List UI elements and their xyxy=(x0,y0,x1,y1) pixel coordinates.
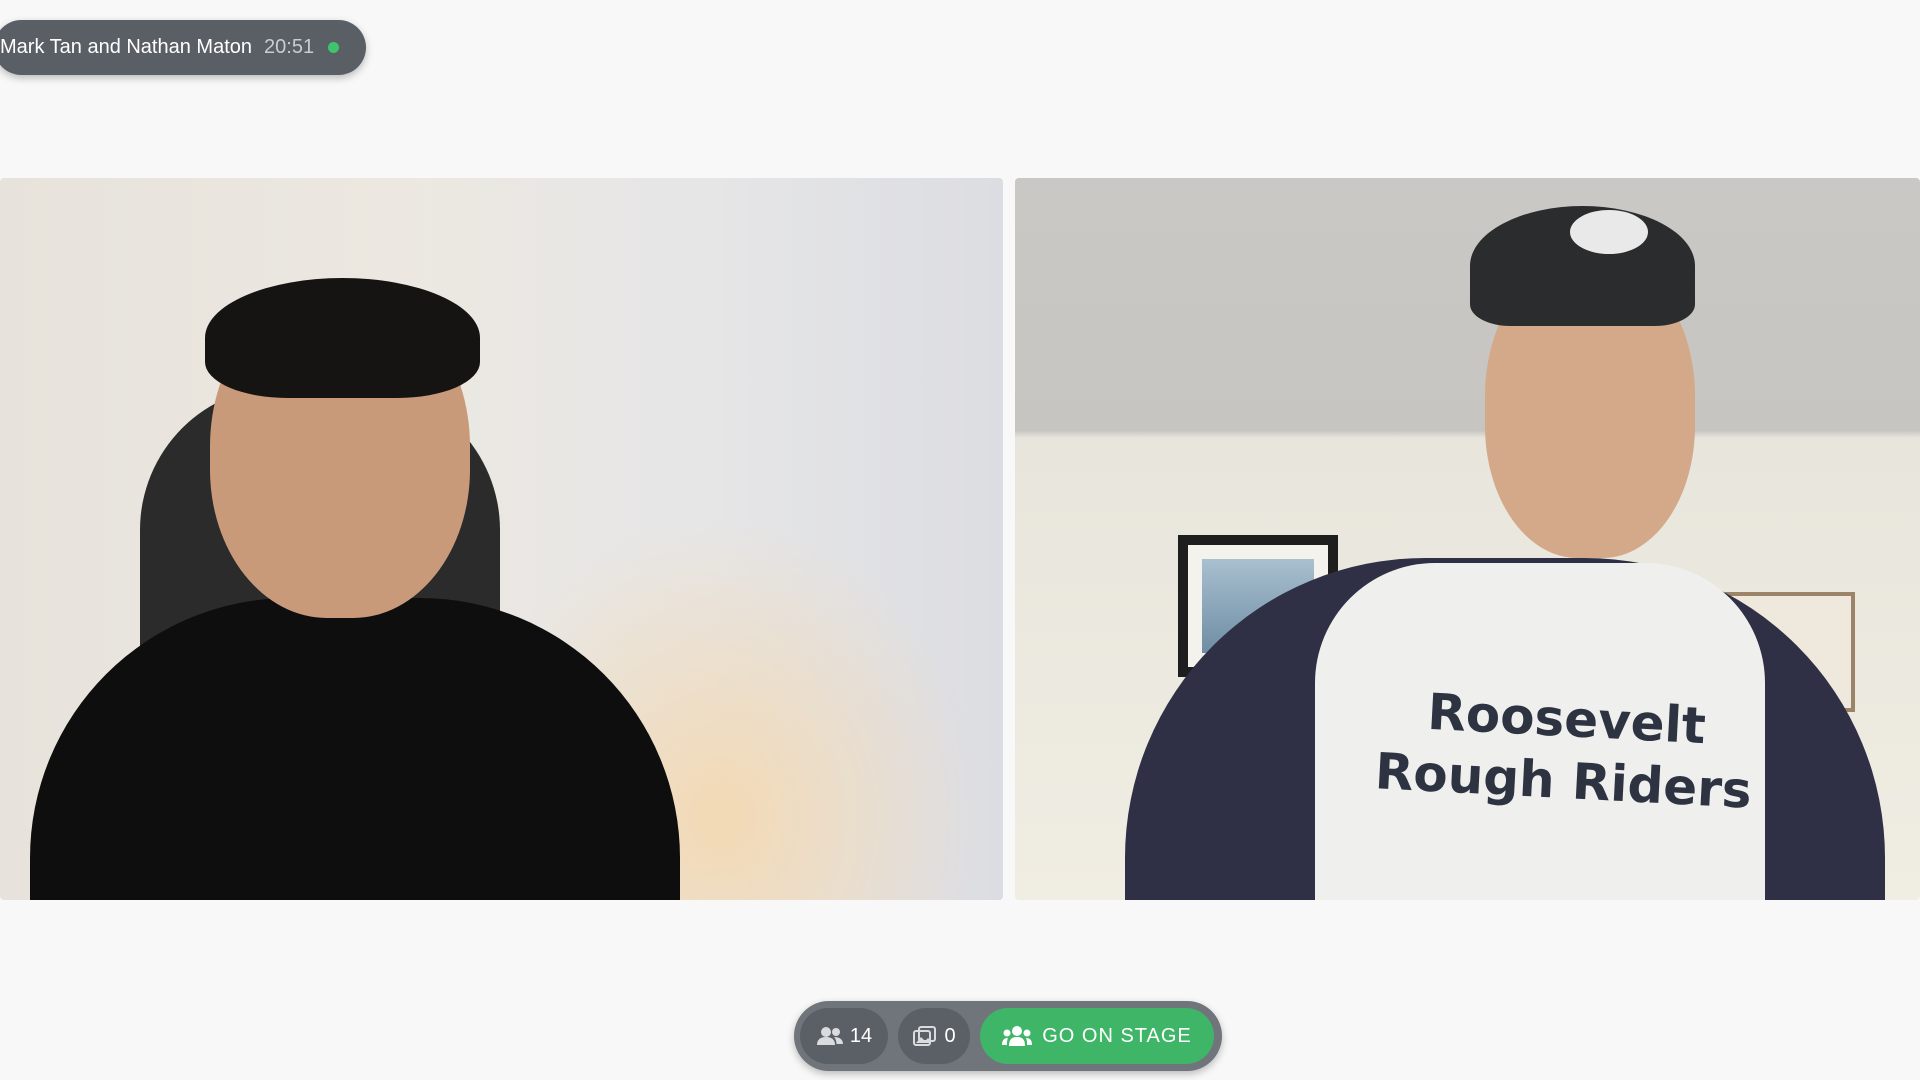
group-icon xyxy=(1002,1025,1033,1047)
go-on-stage-button[interactable]: GO ON STAGE xyxy=(980,1008,1214,1064)
bottom-control-bar: 14 0 GO ON STAGE xyxy=(794,1001,1222,1071)
participants-count: 14 xyxy=(849,1024,873,1047)
media-queue-icon xyxy=(912,1025,938,1047)
person-left-hair xyxy=(205,278,480,398)
video-tile-left[interactable] xyxy=(0,178,1003,900)
media-queue-button[interactable]: 0 xyxy=(898,1008,970,1064)
people-icon xyxy=(816,1026,844,1046)
video-tile-right[interactable]: Roosevelt Rough Riders xyxy=(1015,178,1920,900)
session-info-pill[interactable]: Mark Tan and Nathan Maton 20:51 xyxy=(0,20,366,75)
cap-logo xyxy=(1570,210,1648,254)
participants-button[interactable]: 14 xyxy=(800,1008,888,1064)
session-participant-names: Mark Tan and Nathan Maton xyxy=(0,36,253,58)
person-left-torso xyxy=(30,598,680,900)
meeting-stage: Mark Tan and Nathan Maton 20:51 Roosevel… xyxy=(0,0,1920,1080)
session-timer: 20:51 xyxy=(264,36,315,58)
shirt-print-text: Roosevelt Rough Riders xyxy=(1352,677,1778,823)
media-queue-count: 0 xyxy=(944,1024,956,1047)
live-indicator-dot xyxy=(328,42,340,53)
go-on-stage-label: GO ON STAGE xyxy=(1042,1024,1192,1047)
